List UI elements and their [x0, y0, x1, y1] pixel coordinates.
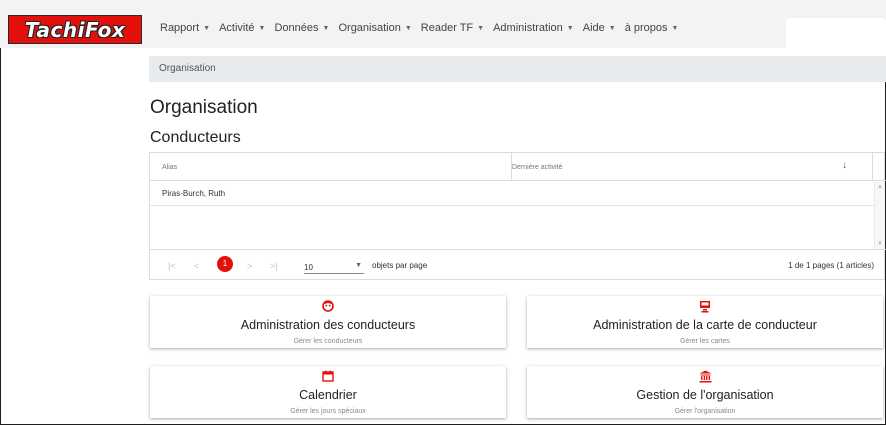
- main-menu: Rapport ▼ Activité ▼ Données ▼ Organisation…: [160, 22, 687, 34]
- table-row[interactable]: Piras-Burch, Ruth: [150, 182, 874, 206]
- pagination-bar: |< < 1 > >| 10 ▼ objets par page 1 de 1 …: [150, 249, 886, 280]
- card-title: Gestion de l'organisation: [636, 388, 774, 402]
- menu-rapport[interactable]: Rapport ▼: [160, 22, 210, 34]
- page-size-value: 10: [304, 263, 313, 272]
- next-page-icon[interactable]: >: [247, 261, 252, 271]
- sort-arrow-icon[interactable]: ↓: [842, 160, 847, 171]
- card-reader-icon: [527, 300, 883, 314]
- card-subtitle: Gérer l'organisation: [674, 408, 736, 415]
- scroll-up-icon[interactable]: ▲: [877, 184, 883, 190]
- menu-organisation[interactable]: Organisation ▼: [338, 22, 411, 34]
- menu-administration[interactable]: Administration ▼: [493, 22, 574, 34]
- menu-label: Administration: [493, 22, 563, 34]
- card-subtitle: Gérer les jours spéciaux: [290, 408, 366, 415]
- first-page-icon[interactable]: |<: [168, 261, 176, 271]
- page-size-select[interactable]: 10 ▼: [304, 260, 364, 274]
- menu-label: à propos: [624, 22, 668, 34]
- previous-page-icon[interactable]: <: [194, 261, 199, 271]
- tachifox-logo[interactable]: TachiFox: [8, 15, 142, 44]
- card-organisation-management[interactable]: Gestion de l'organisation Gérer l'organi…: [527, 366, 883, 418]
- table-scrollbar[interactable]: ▲ ▼: [874, 182, 885, 249]
- calendar-icon: [150, 370, 506, 384]
- card-calendar[interactable]: Calendrier Gérer les jours spéciaux: [150, 366, 506, 418]
- table-header: Alias Dernière activité ↓: [150, 153, 886, 181]
- column-header-alias[interactable]: Alias: [162, 164, 177, 171]
- caret-down-icon: ▼: [671, 25, 679, 32]
- bank-building-icon: [527, 370, 883, 384]
- caret-down-icon: ▼: [322, 25, 330, 32]
- card-title: Administration de la carte de conducteur: [593, 318, 817, 332]
- menu-label: Données: [274, 22, 319, 34]
- cell-alias: Piras-Burch, Ruth: [162, 189, 226, 198]
- card-subtitle: Gérer les cartes: [680, 338, 730, 345]
- section-title: Conducteurs: [150, 129, 241, 146]
- card-driver-card-administration[interactable]: Administration de la carte de conducteur…: [527, 296, 883, 348]
- page-size-label: objets par page: [372, 261, 428, 270]
- caret-down-icon: ▼: [608, 25, 616, 32]
- drivers-table: Alias Dernière activité ↓ Piras-Burch, R…: [149, 152, 886, 280]
- dropdown-caret-icon: ▼: [355, 262, 362, 269]
- breadcrumb[interactable]: Organisation: [149, 56, 886, 82]
- card-title: Calendrier: [299, 388, 357, 402]
- caret-down-icon: ▼: [404, 25, 412, 32]
- driver-face-icon: [150, 300, 506, 314]
- scroll-down-icon[interactable]: ▼: [877, 241, 883, 247]
- menu-a-propos[interactable]: à propos ▼: [625, 22, 679, 34]
- menu-reader-tf[interactable]: Reader TF ▼: [421, 22, 484, 34]
- menu-label: Organisation: [338, 22, 401, 34]
- column-divider: [872, 153, 873, 181]
- menu-label: Rapport: [160, 22, 200, 34]
- card-driver-administration[interactable]: Administration des conducteurs Gérer les…: [150, 296, 506, 348]
- menu-activite[interactable]: Activité ▼: [219, 22, 265, 34]
- page-info: 1 de 1 pages (1 articles): [788, 261, 874, 270]
- caret-down-icon: ▼: [258, 25, 266, 32]
- last-page-icon[interactable]: >|: [270, 261, 278, 271]
- current-page-button[interactable]: 1: [217, 256, 233, 272]
- menu-label: Reader TF: [420, 22, 474, 34]
- page-title: Organisation: [150, 97, 258, 118]
- card-title: Administration des conducteurs: [240, 318, 416, 332]
- menu-label: Activité: [219, 22, 255, 34]
- menu-donnees[interactable]: Données ▼: [274, 22, 329, 34]
- top-navigation-bar: TachiFox Rapport ▼ Activité ▼ Données ▼ Org…: [0, 0, 886, 68]
- menu-aide[interactable]: Aide ▼: [583, 22, 616, 34]
- logo-text: TachiFox: [24, 17, 126, 42]
- column-header-last-activity[interactable]: Dernière activité: [512, 164, 563, 171]
- caret-down-icon: ▼: [477, 25, 485, 32]
- caret-down-icon: ▼: [566, 25, 574, 32]
- menu-label: Aide: [582, 22, 605, 34]
- card-subtitle: Gérer les conducteurs: [293, 338, 363, 345]
- caret-down-icon: ▼: [203, 25, 211, 32]
